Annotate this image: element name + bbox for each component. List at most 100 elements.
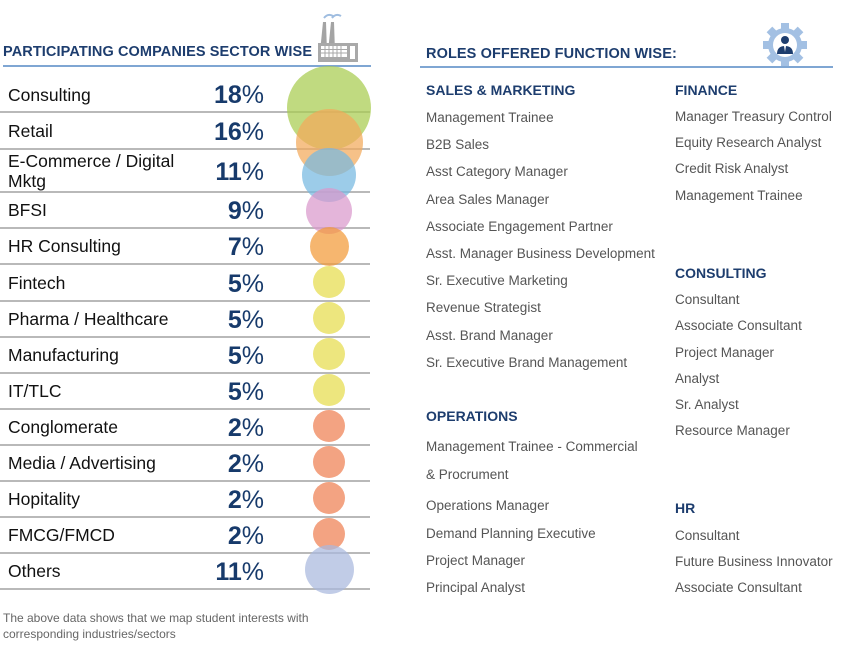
row-divider (0, 372, 370, 374)
role-item: Analyst (675, 371, 720, 386)
role-item: Resource Manager (675, 423, 790, 438)
sector-bubble (313, 338, 345, 370)
role-item: Project Manager (675, 345, 775, 360)
footnote-line-2: corresponding industries/sectors (3, 627, 176, 641)
percent-value: 5 (227, 269, 242, 298)
role-group-title: OPERATIONS (426, 408, 518, 424)
sector-name: FMCG/FMCD (8, 525, 115, 545)
percent-value: 7 (227, 233, 242, 261)
percent-value: 5 (227, 342, 242, 370)
role-item: Sr. Executive Brand Management (426, 355, 628, 370)
percent-sign: % (241, 157, 264, 186)
sector-percent: 9% (180, 198, 264, 224)
sector-bubble (304, 544, 354, 594)
role-item: Credit Risk Analyst (675, 161, 789, 176)
sector-section-title: PARTICIPATING COMPANIES SECTOR WISE (3, 44, 313, 60)
role-item: Asst. Manager Business Development (426, 246, 655, 261)
percent-sign: % (241, 378, 264, 406)
row-divider (0, 300, 370, 302)
percent-sign: % (241, 522, 264, 550)
role-group-title: HR (675, 500, 696, 516)
role-item: Equity Research Analyst (675, 135, 822, 150)
role-item: Management Trainee (675, 188, 803, 203)
sector-bubble (313, 374, 345, 406)
sector-name: HR Consulting (8, 236, 121, 256)
sector-percent: 2% (180, 523, 264, 549)
percent-value: 2 (227, 414, 242, 442)
role-item: Operations Manager (426, 498, 550, 513)
sector-percent: 16% (180, 119, 264, 145)
row-divider (0, 516, 370, 518)
percent-sign: % (241, 558, 264, 586)
percent-sign: % (241, 197, 264, 225)
sector-name: Conglomerate (8, 417, 118, 437)
percent-value: 11 (215, 157, 242, 186)
percent-value: 2 (227, 486, 242, 514)
role-item: Consultant (675, 292, 740, 307)
percent-sign: % (241, 269, 264, 298)
sector-bubble (313, 482, 345, 514)
role-item: Management Trainee (426, 110, 554, 125)
sector-percent: 5% (180, 343, 264, 369)
row-divider (0, 480, 370, 482)
sector-header-rule (3, 65, 371, 67)
sector-name: Manufacturing (8, 345, 119, 365)
role-item: Asst. Brand Manager (426, 328, 553, 343)
percent-sign: % (241, 233, 264, 261)
sector-name: Retail (8, 120, 53, 141)
sector-bubble (313, 446, 345, 478)
role-item: Project Manager (426, 553, 526, 568)
sector-name: BFSI (8, 200, 47, 220)
percent-value: 16 (213, 117, 242, 146)
sector-bubble (313, 410, 345, 442)
role-group-title: SALES & MARKETING (426, 82, 576, 98)
factory-icon (318, 13, 358, 62)
percent-value: 9 (227, 197, 242, 225)
sector-name: Hopitality (8, 489, 80, 509)
roles-section-title: ROLES OFFERED FUNCTION WISE: (426, 46, 677, 62)
row-divider (0, 444, 370, 446)
percent-sign: % (241, 450, 264, 478)
role-item: Associate Engagement Partner (426, 219, 613, 234)
role-item: Asst Category Manager (426, 164, 568, 179)
role-item: Associate Consultant (675, 580, 802, 595)
sector-bubble (313, 302, 345, 334)
role-item: Revenue Strategist (426, 300, 541, 315)
sector-percent: 5% (180, 379, 264, 405)
sector-name: IT/TLC (8, 381, 62, 401)
sector-percent: 18% (180, 82, 264, 108)
role-item: Principal Analyst (426, 580, 526, 595)
sector-name: Fintech (8, 272, 66, 293)
role-item: Management Trainee - Commercial (426, 439, 638, 454)
role-item: Area Sales Manager (426, 192, 550, 207)
row-divider (0, 263, 370, 265)
role-item: Manager Treasury Control (675, 109, 832, 124)
role-item: Demand Planning Executive (426, 526, 596, 541)
role-item: Consultant (675, 528, 740, 543)
row-divider (0, 408, 370, 410)
sector-percent: 2% (180, 415, 264, 441)
sector-percent: 2% (180, 487, 264, 513)
percent-value: 5 (227, 378, 242, 406)
percent-sign: % (241, 306, 264, 334)
role-item: & Procrument (426, 467, 509, 482)
percent-sign: % (241, 342, 264, 370)
sector-bubble (309, 226, 349, 266)
role-group-title: FINANCE (675, 82, 738, 98)
sector-name: Pharma / Healthcare (8, 309, 169, 329)
percent-sign: % (241, 414, 264, 442)
sector-percent: 11% (180, 559, 264, 585)
role-group-title: CONSULTING (675, 265, 767, 281)
sector-bubble (313, 266, 345, 298)
percent-value: 5 (227, 306, 242, 334)
percent-sign: % (241, 486, 264, 514)
role-item: Sr. Executive Marketing (426, 273, 568, 288)
role-item: Sr. Analyst (675, 397, 739, 412)
percent-value: 2 (227, 450, 242, 478)
percent-sign: % (241, 117, 264, 146)
gear-person-icon (763, 23, 807, 67)
percent-value: 18 (213, 80, 242, 109)
roles-header-rule (420, 66, 833, 68)
sector-percent: 5% (180, 271, 264, 297)
role-item: Associate Consultant (675, 318, 802, 333)
